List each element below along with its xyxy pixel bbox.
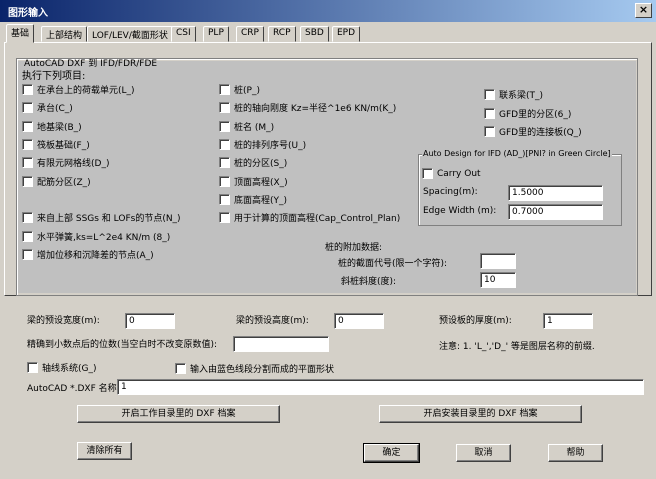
ifd-group-title: Auto Design for IFD (AD_)[PNI? in Green …	[422, 149, 612, 158]
cancel-button[interactable]: 取消	[456, 444, 511, 462]
beam-width-input[interactable]: 0	[125, 313, 175, 329]
checkbox-box[interactable]	[484, 126, 495, 137]
checkbox-cap[interactable]: 承台(C_)	[22, 101, 73, 114]
open-work-dir-dxf-button[interactable]: 开启工作目录里的 DXF 档案	[77, 405, 280, 423]
checkbox-pile-zone[interactable]: 桩的分区(S_)	[219, 156, 287, 169]
checkbox-displacement-nodes[interactable]: 增加位移和沉降差的节点(A_)	[22, 248, 154, 261]
precision-input[interactable]	[233, 336, 329, 352]
pile-extra-title: 桩的附加数据:	[325, 243, 383, 253]
checkbox-box[interactable]	[422, 168, 433, 179]
checkbox-upper-nodes[interactable]: 来自上部 SSGs 和 LOFs的节点(N_)	[22, 211, 181, 224]
tab-lof-lev[interactable]: LOF/LEV/截面形状	[87, 26, 173, 42]
checkbox-box[interactable]	[22, 84, 33, 95]
checkbox-pile[interactable]: 桩(P_)	[219, 83, 260, 96]
spacing-label: Spacing(m):	[423, 187, 478, 197]
checkbox-load-unit[interactable]: 在承台上的荷载单元(L_)	[22, 83, 135, 96]
dxf-name-label: AutoCAD *.DXF 名称:	[27, 384, 120, 394]
tab-superstructure[interactable]: 上部结构	[41, 26, 88, 42]
checkbox-box[interactable]	[484, 108, 495, 119]
checkbox-box[interactable]	[219, 194, 230, 205]
spacing-input[interactable]: 1.5000	[508, 185, 603, 201]
tab-sbd[interactable]: SBD	[300, 26, 329, 42]
checkbox-blue-line-shape[interactable]: 输入由蓝色线段分割而成的平面形状	[175, 362, 334, 375]
tab-epd[interactable]: EPD	[332, 26, 361, 42]
checkbox-tie-beam[interactable]: 联系梁(T_)	[484, 88, 543, 101]
beam-width-label: 梁的预设宽度(m):	[27, 316, 100, 326]
checkbox-pile-name[interactable]: 桩名 (M_)	[219, 120, 274, 133]
checkbox-box[interactable]	[22, 249, 33, 260]
dialog-window: 图形输入 × 基础 上部结构 LOF/LEV/截面形状 CSI PLP CRP …	[0, 0, 656, 479]
edge-width-input[interactable]: 0.7000	[508, 204, 603, 220]
open-install-dir-dxf-button[interactable]: 开启安装目录里的 DXF 档案	[379, 405, 582, 423]
checkbox-pile-stiffness[interactable]: 桩的轴向刚度 Kz=半径^1e6 KN/m(K_)	[219, 101, 396, 114]
checkbox-box[interactable]	[22, 121, 33, 132]
checkbox-box[interactable]	[22, 176, 33, 187]
tab-rcp[interactable]: RCP	[268, 26, 296, 42]
checkbox-box[interactable]	[27, 362, 38, 373]
beam-height-input[interactable]: 0	[334, 313, 384, 329]
checkbox-cap-control-plan[interactable]: 用于计算的顶面高程(Cap_Control_Plan)	[219, 211, 400, 224]
checkbox-bottom-elevation[interactable]: 底面高程(Y_)	[219, 193, 287, 206]
checkbox-gfd-slab[interactable]: GFD里的连接板(Q_)	[484, 125, 582, 138]
checkbox-box[interactable]	[219, 139, 230, 150]
slab-thickness-input[interactable]: 1	[543, 313, 593, 329]
pile-section-label: 桩的截面代号(限一个字符):	[338, 259, 448, 269]
checkbox-box[interactable]	[484, 89, 495, 100]
checkbox-box[interactable]	[22, 212, 33, 223]
title-bar[interactable]: 图形输入 ×	[0, 0, 656, 22]
clear-all-button[interactable]: 清除所有	[77, 442, 132, 460]
tab-csi[interactable]: CSI	[171, 26, 196, 42]
checkbox-carry-out[interactable]: Carry Out	[422, 168, 481, 179]
checkbox-axis-system[interactable]: 轴线系统(G_)	[27, 361, 97, 374]
dxf-name-input[interactable]: 1	[117, 379, 644, 395]
checkbox-box[interactable]	[175, 363, 186, 374]
pile-slope-input[interactable]: 10	[480, 272, 516, 288]
checkbox-gfd-zone[interactable]: GFD里的分区(6_)	[484, 107, 571, 120]
ok-button[interactable]: 确定	[363, 443, 420, 463]
tab-crp[interactable]: CRP	[236, 26, 264, 42]
checkbox-raft[interactable]: 筏板基础(F_)	[22, 138, 90, 151]
checkbox-box[interactable]	[22, 231, 33, 242]
tab-basic[interactable]: 基础	[6, 24, 35, 43]
checkbox-rebar-zone[interactable]: 配筋分区(Z_)	[22, 175, 91, 188]
checkbox-box[interactable]	[219, 157, 230, 168]
close-button[interactable]: ×	[635, 3, 652, 18]
edge-width-label: Edge Width (m):	[423, 206, 497, 216]
checkbox-top-elevation[interactable]: 顶面高程(X_)	[219, 175, 288, 188]
checkbox-box[interactable]	[219, 212, 230, 223]
layer-prefix-note: 注意: 1. 'L_','D_' 等是图层名称的前缀.	[439, 342, 595, 352]
checkbox-box[interactable]	[219, 102, 230, 113]
checkbox-horizontal-spring[interactable]: 水平弹簧,ks=L^2e4 KN/m (8_)	[22, 230, 170, 243]
checkbox-box[interactable]	[219, 176, 230, 187]
precision-label: 精确到小数点后的位数(当空白时不改变原数值):	[27, 340, 218, 350]
checkbox-box[interactable]	[219, 84, 230, 95]
checkbox-fem-mesh[interactable]: 有限元网格线(D_)	[22, 156, 109, 169]
pile-slope-label: 斜桩斜度(度):	[341, 277, 397, 287]
checkbox-box[interactable]	[22, 157, 33, 168]
tab-plp[interactable]: PLP	[203, 26, 229, 42]
help-button[interactable]: 帮助	[548, 444, 603, 462]
group-subtitle: 执行下列项目:	[22, 71, 86, 82]
checkbox-box[interactable]	[22, 102, 33, 113]
beam-height-label: 梁的预设高度(m):	[236, 316, 309, 326]
checkbox-box[interactable]	[219, 121, 230, 132]
checkbox-pile-order[interactable]: 桩的排列序号(U_)	[219, 138, 306, 151]
checkbox-ground-beam[interactable]: 地基梁(B_)	[22, 120, 82, 133]
slab-thickness-label: 预设板的厚度(m):	[439, 316, 512, 326]
checkbox-box[interactable]	[22, 139, 33, 150]
pile-section-input[interactable]	[480, 253, 516, 269]
window-title: 图形输入	[8, 8, 48, 19]
